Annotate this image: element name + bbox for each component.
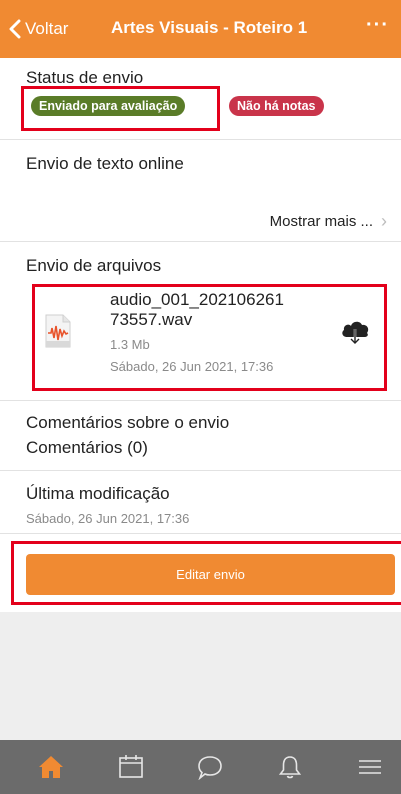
- files-label: Envio de arquivos: [26, 256, 162, 275]
- bell-icon[interactable]: [276, 754, 304, 780]
- file-name-line2: 73557.wav: [110, 310, 193, 329]
- status-label: Status de envio: [26, 68, 144, 87]
- divider: [0, 470, 401, 471]
- comments-count-link[interactable]: Comentários (0): [26, 438, 148, 458]
- divider: [0, 533, 401, 534]
- file-name-line1: audio_001_202106261: [110, 290, 284, 309]
- last-modified-label: Última modificação: [26, 484, 170, 503]
- audio-file-icon: [45, 314, 71, 348]
- show-more-label: Mostrar mais ...: [269, 213, 373, 230]
- divider: [0, 241, 401, 242]
- highlight-box-status: [21, 86, 220, 131]
- file-name: audio_001_202106261 73557.wav: [110, 290, 320, 330]
- home-icon[interactable]: [37, 754, 65, 780]
- menu-icon[interactable]: [356, 754, 384, 780]
- comments-label: Comentários sobre o envio: [26, 413, 230, 432]
- status-badge-grade: Não há notas: [229, 96, 324, 116]
- tab-bar: [0, 740, 401, 794]
- file-size: 1.3 Mb: [110, 337, 150, 352]
- chat-icon[interactable]: [196, 754, 224, 780]
- last-modified-date: Sábado, 26 Jun 2021, 17:36: [26, 511, 190, 526]
- chevron-left-icon: [9, 19, 21, 39]
- edit-submission-button[interactable]: Editar envio: [26, 554, 395, 595]
- empty-area: [0, 612, 401, 740]
- file-date: Sábado, 26 Jun 2021, 17:36: [110, 359, 274, 374]
- page-title: Artes Visuais - Roteiro 1: [111, 18, 308, 37]
- back-button[interactable]: Voltar: [8, 15, 68, 43]
- divider: [0, 139, 401, 140]
- divider: [0, 400, 401, 401]
- more-options-button[interactable]: ···: [366, 14, 389, 37]
- calendar-icon[interactable]: [117, 754, 145, 780]
- cloud-download-icon[interactable]: [339, 317, 371, 345]
- back-label: Voltar: [25, 19, 69, 38]
- chevron-right-icon: ›: [381, 211, 387, 231]
- online-text-label: Envio de texto online: [26, 154, 184, 173]
- show-more-button[interactable]: Mostrar mais ... ›: [270, 211, 387, 232]
- app-header: Voltar Artes Visuais - Roteiro 1 ···: [0, 0, 401, 58]
